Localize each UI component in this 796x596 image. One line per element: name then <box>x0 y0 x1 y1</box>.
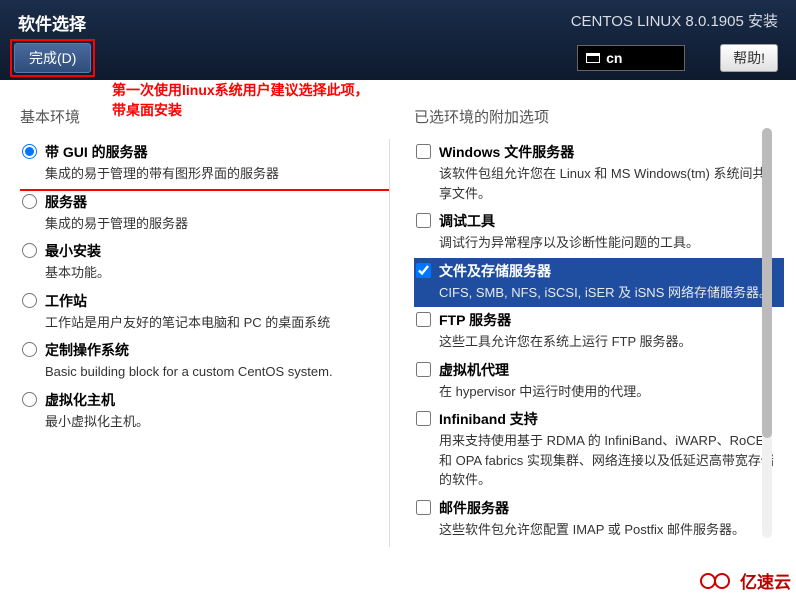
annotation-text: 第一次使用linux系统用户建议选择此项， 带桌面安装 <box>112 80 369 120</box>
addon-desc: 该软件包组允许您在 Linux 和 MS Windows(tm) 系统间共享文件… <box>439 164 778 203</box>
base-env-title: 定制操作系统 <box>45 340 383 360</box>
addon-title: FTP 服务器 <box>439 310 778 330</box>
addon-option[interactable]: Windows 文件服务器 该软件包组允许您在 Linux 和 MS Windo… <box>414 139 784 208</box>
addon-title: 文件及存储服务器 <box>439 261 778 281</box>
addon-title: Infiniband 支持 <box>439 409 778 429</box>
addon-title: 调试工具 <box>439 211 778 231</box>
addon-desc: CIFS, SMB, NFS, iSCSI, iSER 及 iSNS 网络存储服… <box>439 283 778 303</box>
base-env-title: 工作站 <box>45 291 383 311</box>
addons-column: 已选环境的附加选项 Windows 文件服务器 该软件包组允许您在 Linux … <box>414 98 784 547</box>
base-env-desc: 集成的易于管理的带有图形界面的服务器 <box>45 164 383 184</box>
page-title: 软件选择 <box>18 10 86 35</box>
base-env-radio[interactable] <box>22 243 37 258</box>
addon-option[interactable]: FTP 服务器 这些工具允许您在系统上运行 FTP 服务器。 <box>414 307 784 357</box>
addon-checkbox[interactable] <box>416 263 431 278</box>
addons-list[interactable]: Windows 文件服务器 该软件包组允许您在 Linux 和 MS Windo… <box>414 139 784 547</box>
addon-checkbox[interactable] <box>416 144 431 159</box>
annotation-line1: 第一次使用linux系统用户建议选择此项， <box>112 80 369 100</box>
addon-title: 虚拟机代理 <box>439 360 778 380</box>
done-button-highlight: 完成(D) <box>10 39 95 77</box>
addon-desc: 在 hypervisor 中运行时使用的代理。 <box>439 382 778 402</box>
base-env-title: 服务器 <box>45 192 383 212</box>
base-env-option[interactable]: 带 GUI 的服务器 集成的易于管理的带有图形界面的服务器 <box>20 139 390 191</box>
brand-logo: 亿速云 <box>700 568 791 593</box>
base-env-radio[interactable] <box>22 144 37 159</box>
addon-option[interactable]: Infiniband 支持 用来支持使用基于 RDMA 的 InfiniBand… <box>414 406 784 495</box>
addon-desc: 调试行为异常程序以及诊断性能问题的工具。 <box>439 233 778 253</box>
keyboard-icon <box>586 53 600 63</box>
addon-title: 邮件服务器 <box>439 498 778 518</box>
addon-checkbox[interactable] <box>416 213 431 228</box>
help-button[interactable]: 帮助! <box>720 44 778 72</box>
base-env-desc: 集成的易于管理的服务器 <box>45 214 383 234</box>
base-env-title: 带 GUI 的服务器 <box>45 142 383 162</box>
base-env-desc: Basic building block for a custom CentOS… <box>45 362 383 382</box>
keyboard-layout-label: cn <box>606 50 622 66</box>
base-env-option[interactable]: 定制操作系统 Basic building block for a custom… <box>20 337 389 387</box>
addon-checkbox[interactable] <box>416 500 431 515</box>
addon-desc: 这些工具允许您在系统上运行 FTP 服务器。 <box>439 332 778 352</box>
addon-option[interactable]: 虚拟机代理 在 hypervisor 中运行时使用的代理。 <box>414 357 784 407</box>
base-env-title: 虚拟化主机 <box>45 390 383 410</box>
addon-option[interactable]: 网络文件系统客户端 <box>414 544 784 547</box>
base-env-desc: 基本功能。 <box>45 263 383 283</box>
addons-scrollbar[interactable] <box>762 128 772 538</box>
base-env-option[interactable]: 工作站 工作站是用户友好的笔记本电脑和 PC 的桌面系统 <box>20 288 389 338</box>
base-env-desc: 最小虚拟化主机。 <box>45 412 383 432</box>
base-env-radio[interactable] <box>22 392 37 407</box>
base-env-option[interactable]: 虚拟化主机 最小虚拟化主机。 <box>20 387 389 437</box>
addon-option[interactable]: 文件及存储服务器 CIFS, SMB, NFS, iSCSI, iSER 及 i… <box>414 258 784 308</box>
base-env-option[interactable]: 最小安装 基本功能。 <box>20 238 389 288</box>
addon-title: Windows 文件服务器 <box>439 142 778 162</box>
addons-header: 已选环境的附加选项 <box>414 98 784 139</box>
addon-checkbox[interactable] <box>416 312 431 327</box>
base-env-desc: 工作站是用户友好的笔记本电脑和 PC 的桌面系统 <box>45 313 383 333</box>
addon-option[interactable]: 调试工具 调试行为异常程序以及诊断性能问题的工具。 <box>414 208 784 258</box>
addon-desc: 用来支持使用基于 RDMA 的 InfiniBand、iWARP、RoCE 和 … <box>439 431 778 490</box>
annotation-line2: 带桌面安装 <box>112 100 369 120</box>
addon-desc: 这些软件包允许您配置 IMAP 或 Postfix 邮件服务器。 <box>439 520 778 540</box>
addons-scrollbar-thumb[interactable] <box>762 128 772 438</box>
base-env-title: 最小安装 <box>45 241 383 261</box>
base-env-list[interactable]: 带 GUI 的服务器 集成的易于管理的带有图形界面的服务器 服务器 集成的易于管… <box>20 139 390 547</box>
installer-header: 软件选择 CENTOS LINUX 8.0.1905 安装 完成(D) cn 帮… <box>0 0 796 80</box>
base-environment-column: 基本环境 带 GUI 的服务器 集成的易于管理的带有图形界面的服务器 服务器 集… <box>20 98 390 547</box>
done-button[interactable]: 完成(D) <box>14 43 91 73</box>
base-env-radio[interactable] <box>22 342 37 357</box>
addon-checkbox[interactable] <box>416 362 431 377</box>
keyboard-layout-indicator[interactable]: cn <box>577 45 685 71</box>
base-env-radio[interactable] <box>22 194 37 209</box>
brand-logo-text: 亿速云 <box>740 568 791 593</box>
addon-option[interactable]: 邮件服务器 这些软件包允许您配置 IMAP 或 Postfix 邮件服务器。 <box>414 495 784 545</box>
base-env-radio[interactable] <box>22 293 37 308</box>
installer-name: CENTOS LINUX 8.0.1905 安装 <box>571 10 778 31</box>
main-content: 基本环境 带 GUI 的服务器 集成的易于管理的带有图形界面的服务器 服务器 集… <box>0 98 796 559</box>
brand-logo-icon <box>700 570 734 592</box>
addon-checkbox[interactable] <box>416 411 431 426</box>
base-env-option[interactable]: 服务器 集成的易于管理的服务器 <box>20 189 389 239</box>
